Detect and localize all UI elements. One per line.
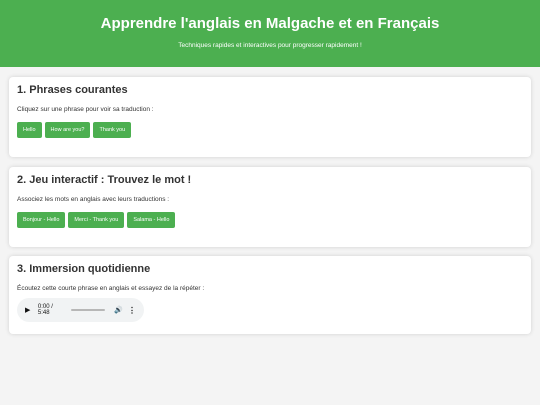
section-interactive-game: 2. Jeu interactif : Trouvez le mot ! Ass… xyxy=(9,167,531,247)
phrase-button-how-are-you[interactable]: How are you? xyxy=(44,122,91,138)
section-instruction: Cliquez sur une phrase pour voir sa trad… xyxy=(17,106,154,113)
match-button-merci[interactable]: Merci - Thank you xyxy=(68,212,125,228)
more-options-icon[interactable]: ⋮ xyxy=(128,306,136,315)
phrase-button-hello[interactable]: Hello xyxy=(17,122,42,138)
audio-time: 0:00 / 5:48 xyxy=(37,304,53,316)
section-title: 1. Phrases courantes xyxy=(17,84,128,96)
play-icon[interactable]: ▶ xyxy=(25,306,33,314)
page-header: Apprendre l'anglais en Malgache et en Fr… xyxy=(0,0,540,67)
section-daily-immersion: 3. Immersion quotidienne Écoutez cette c… xyxy=(9,256,531,334)
page-title: Apprendre l'anglais en Malgache et en Fr… xyxy=(100,15,440,32)
phrase-button-row: Hello How are you? Thank you xyxy=(17,122,523,138)
match-button-salama[interactable]: Salama - Hello xyxy=(127,212,176,228)
section-common-phrases: 1. Phrases courantes Cliquez sur une phr… xyxy=(9,77,531,157)
audio-progress-bar[interactable] xyxy=(70,309,106,311)
section-title: 2. Jeu interactif : Trouvez le mot ! xyxy=(17,174,192,186)
section-title: 3. Immersion quotidienne xyxy=(17,263,151,275)
phrase-button-thank-you[interactable]: Thank you xyxy=(93,122,132,138)
section-instruction: Associez les mots en anglais avec leurs … xyxy=(17,196,170,203)
volume-icon[interactable]: 🔊 xyxy=(114,306,123,314)
match-button-row: Bonjour - Hello Merci - Thank you Salama… xyxy=(17,212,523,228)
audio-player: ▶ 0:00 / 5:48 🔊 ⋮ xyxy=(17,298,144,322)
section-instruction: Écoutez cette courte phrase en anglais e… xyxy=(17,285,205,292)
match-button-bonjour[interactable]: Bonjour - Hello xyxy=(17,212,66,228)
page-subtitle: Techniques rapides et interactives pour … xyxy=(178,42,362,49)
